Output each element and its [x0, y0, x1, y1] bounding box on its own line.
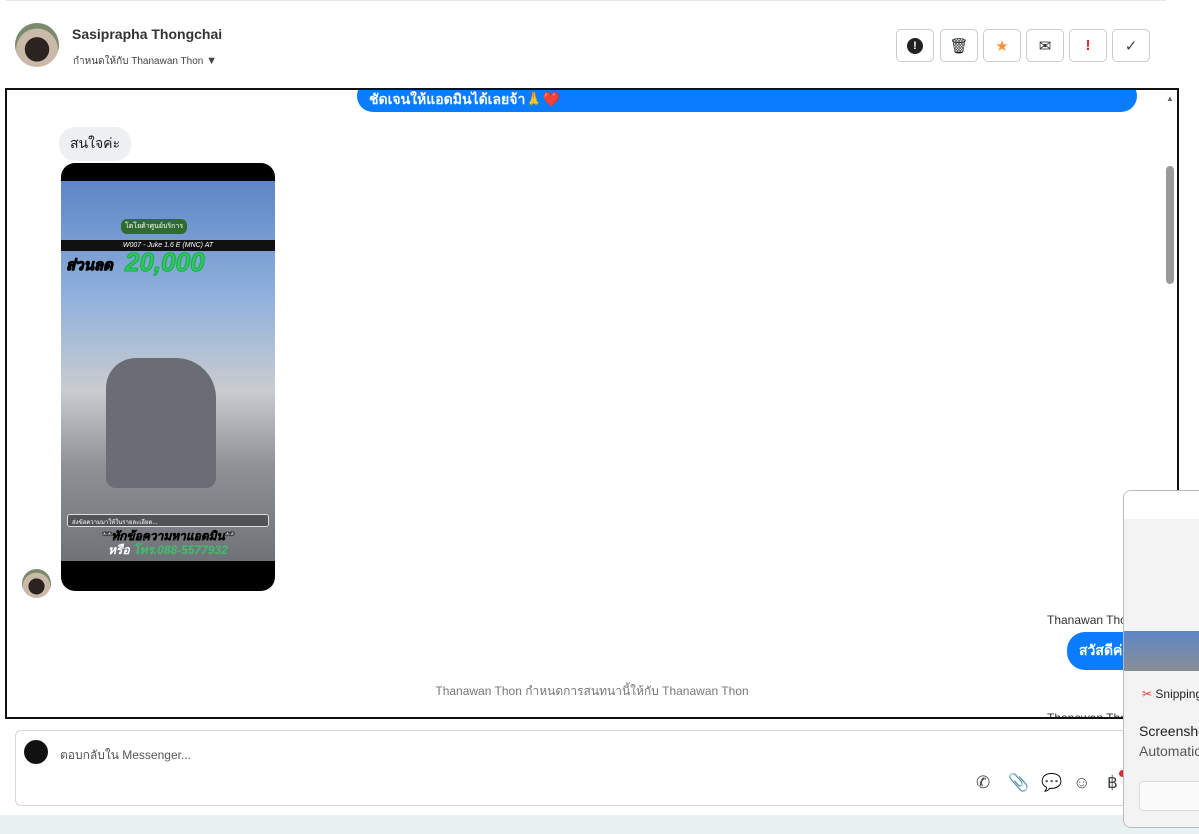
ad-phone: โทร.088-5577932: [133, 543, 228, 557]
paperclip-icon[interactable]: 📎: [1008, 773, 1029, 793]
notification-app: ✂ Snipping Tool: [1142, 687, 1199, 701]
envelope-open-icon: ✉: [1038, 37, 1052, 55]
ad-discount-label: ส่วนลด: [66, 257, 114, 275]
app-name: Snipping Tool: [1155, 687, 1199, 701]
delete-button[interactable]: 🗑: [940, 29, 978, 62]
page-avatar: [24, 740, 48, 764]
reply-input[interactable]: ตอบกลับใน Messenger...: [60, 746, 191, 765]
mark-unread-button[interactable]: ✉: [1026, 29, 1064, 62]
ad-notice: ส่งข้อความมาให้ในรายละเอียด...: [67, 514, 269, 527]
preview-image: [1124, 631, 1199, 671]
car-shape: [106, 358, 216, 488]
emoji-icon[interactable]: ☺: [1073, 773, 1090, 793]
snipping-tool-icon: ✂: [1142, 687, 1153, 701]
ad-phone-prefix: หรือ: [108, 543, 130, 557]
chat-bubble-icon[interactable]: 💬: [1041, 773, 1062, 793]
snipping-notification[interactable]: ✂ Snipping Tool Screenshot Automatically…: [1123, 490, 1199, 828]
contact-name: Sasiprapha Thongchai: [72, 26, 223, 42]
caret-down-icon: ▼: [206, 55, 218, 67]
ad-image-message[interactable]: โตโยต้าศูนย์บริการ W007 - Juke 1.6 E (MN…: [61, 163, 275, 591]
notification-action-button[interactable]: [1139, 781, 1199, 811]
header-divider: [6, 0, 1166, 1]
taskbar-strip: [0, 815, 1199, 834]
ad-discount-value: 20,000: [125, 247, 206, 278]
alert-circle-icon: !: [907, 37, 923, 54]
done-button[interactable]: ✓: [1112, 29, 1150, 62]
reply-composer[interactable]: [15, 730, 1135, 806]
star-button[interactable]: ★: [983, 29, 1021, 62]
baht-icon[interactable]: ฿: [1107, 773, 1118, 793]
star-icon: ★: [995, 37, 1009, 55]
incoming-message: สนใจค่ะ: [59, 127, 132, 161]
spam-button[interactable]: !: [896, 29, 934, 62]
sender-name: Thanawan Thon: [1047, 613, 1134, 627]
system-note: Thanawan Thon กำหนดการสนทนานี้ให้กับ Tha…: [435, 684, 749, 698]
notification-body: Automatically saved: [1139, 743, 1199, 759]
assignee-dropdown[interactable]: กำหนดให้กับ Thanawan Thon ▼: [73, 54, 217, 69]
trash-icon: 🗑: [949, 37, 969, 55]
check-icon: ✓: [1124, 37, 1138, 55]
ad-phone-line: หรือ โทร.088-5577932: [61, 541, 275, 560]
preview-thumbnail: [1124, 491, 1199, 519]
contact-avatar-small: [22, 569, 51, 598]
scrollbar-thumb[interactable]: [1166, 166, 1174, 284]
scroll-up-arrow-icon[interactable]: ▲: [1163, 94, 1177, 103]
add-call-icon[interactable]: ✆: [976, 773, 990, 793]
sender-name: Thanawan Thon: [1047, 711, 1134, 719]
notification-title: Screenshot: [1139, 723, 1199, 739]
assignee-label: กำหนดให้กับ Thanawan Thon: [73, 56, 204, 67]
outgoing-message: ชัดเจนให้แอดมินได้เลยจ้า🙏❤️: [357, 90, 1137, 112]
contact-avatar[interactable]: [15, 23, 59, 67]
ad-logo: โตโยต้าศูนย์บริการ: [121, 219, 188, 234]
important-button[interactable]: !: [1069, 29, 1107, 62]
exclamation-icon: !: [1085, 37, 1091, 54]
